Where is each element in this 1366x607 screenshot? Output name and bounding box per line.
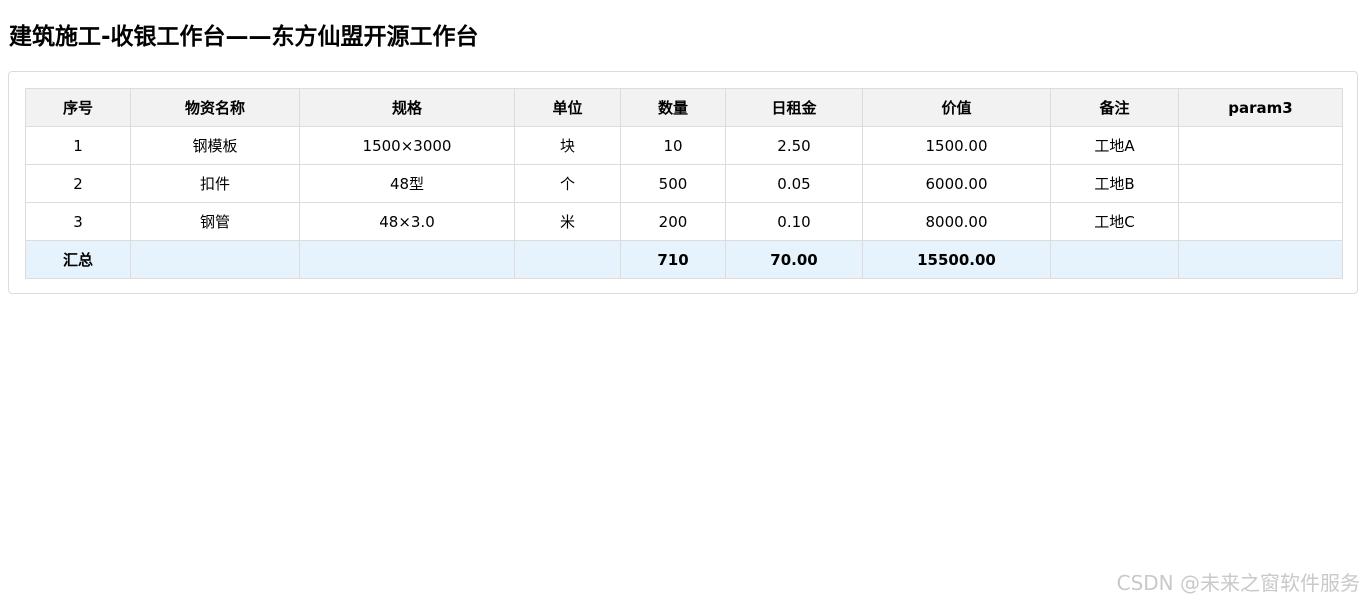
cell-material-name: 钢管 — [130, 202, 300, 241]
summary-value-total: 15500.00 — [862, 240, 1051, 279]
summary-row: 汇总 710 70.00 15500.00 — [25, 240, 1343, 279]
watermark: CSDN @未来之窗软件服务 — [1116, 571, 1360, 595]
cell-unit: 个 — [514, 164, 621, 203]
column-header-quantity[interactable]: 数量 — [620, 88, 726, 127]
cell-index: 3 — [25, 202, 131, 241]
cell-index: 1 — [25, 126, 131, 165]
cell-daily-rent: 0.05 — [725, 164, 863, 203]
summary-material-name — [130, 240, 300, 279]
column-header-index[interactable]: 序号 — [25, 88, 131, 127]
summary-daily-rent-total: 70.00 — [725, 240, 863, 279]
summary-unit — [514, 240, 621, 279]
summary-label: 汇总 — [25, 240, 131, 279]
cell-value: 1500.00 — [862, 126, 1051, 165]
cell-remark: 工地C — [1050, 202, 1179, 241]
cell-material-name: 扣件 — [130, 164, 300, 203]
column-header-param3[interactable]: param3 — [1178, 88, 1343, 127]
cell-quantity: 200 — [620, 202, 726, 241]
column-header-spec[interactable]: 规格 — [299, 88, 515, 127]
summary-spec — [299, 240, 515, 279]
cell-remark: 工地A — [1050, 126, 1179, 165]
cell-param3 — [1178, 126, 1343, 165]
cell-param3 — [1178, 164, 1343, 203]
cell-spec: 1500×3000 — [299, 126, 515, 165]
page-title: 建筑施工-收银工作台——东方仙盟开源工作台 — [9, 24, 479, 50]
cell-daily-rent: 0.10 — [725, 202, 863, 241]
table-row[interactable]: 2 扣件 48型 个 500 0.05 6000.00 工地B — [25, 164, 1343, 203]
cell-material-name: 钢模板 — [130, 126, 300, 165]
column-header-remark[interactable]: 备注 — [1050, 88, 1179, 127]
cell-unit: 米 — [514, 202, 621, 241]
table-row[interactable]: 1 钢模板 1500×3000 块 10 2.50 1500.00 工地A — [25, 126, 1343, 165]
cell-spec: 48×3.0 — [299, 202, 515, 241]
cell-daily-rent: 2.50 — [725, 126, 863, 165]
column-header-daily-rent[interactable]: 日租金 — [725, 88, 863, 127]
cell-index: 2 — [25, 164, 131, 203]
materials-table: 序号 物资名称 规格 单位 数量 日租金 价值 备注 param3 1 钢模板 … — [25, 88, 1343, 279]
cell-quantity: 500 — [620, 164, 726, 203]
cell-spec: 48型 — [299, 164, 515, 203]
column-header-value[interactable]: 价值 — [862, 88, 1051, 127]
cell-value: 8000.00 — [862, 202, 1051, 241]
cell-quantity: 10 — [620, 126, 726, 165]
cell-value: 6000.00 — [862, 164, 1051, 203]
column-header-material-name[interactable]: 物资名称 — [130, 88, 300, 127]
summary-param3 — [1178, 240, 1343, 279]
table-card: 序号 物资名称 规格 单位 数量 日租金 价值 备注 param3 1 钢模板 … — [8, 71, 1358, 294]
summary-quantity-total: 710 — [620, 240, 726, 279]
cell-remark: 工地B — [1050, 164, 1179, 203]
table-header-row: 序号 物资名称 规格 单位 数量 日租金 价值 备注 param3 — [25, 88, 1343, 127]
column-header-unit[interactable]: 单位 — [514, 88, 621, 127]
cell-unit: 块 — [514, 126, 621, 165]
table-row[interactable]: 3 钢管 48×3.0 米 200 0.10 8000.00 工地C — [25, 202, 1343, 241]
cell-param3 — [1178, 202, 1343, 241]
summary-remark — [1050, 240, 1179, 279]
